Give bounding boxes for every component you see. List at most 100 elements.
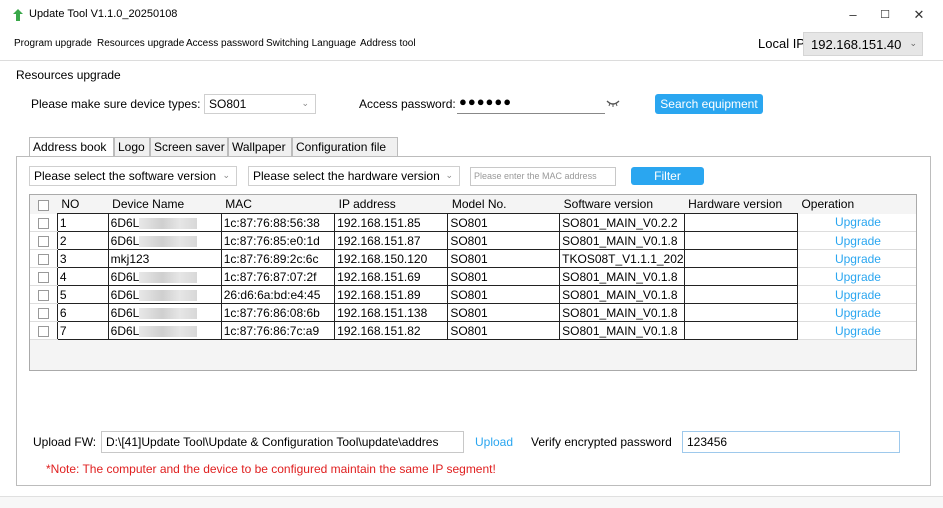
device-type-value: SO801 bbox=[209, 97, 247, 111]
menu-resources-upgrade[interactable]: Resources upgrade bbox=[97, 38, 184, 49]
cell-mac: 26:d6:6a:bd:e4:45 bbox=[220, 285, 336, 304]
access-password-value: ●●●●●● bbox=[459, 94, 513, 109]
access-password-input[interactable]: ●●●●●● bbox=[457, 94, 605, 114]
row-upgrade-link[interactable]: Upgrade bbox=[797, 267, 916, 286]
cell-ip-text: 192.168.151.69 bbox=[337, 269, 421, 284]
column-header[interactable]: Operation bbox=[797, 195, 916, 214]
row-upgrade-link[interactable]: Upgrade bbox=[797, 321, 916, 340]
cell-mac: 1c:87:76:87:07:2f bbox=[220, 267, 336, 286]
close-button[interactable]: ✕ bbox=[905, 4, 933, 26]
row-checkbox[interactable] bbox=[30, 321, 58, 340]
table-row[interactable]: 7 6D6L 1c:87:76:86:7c:a9 192.168.151.82 SO80… bbox=[30, 321, 916, 340]
cell-name: 6D6L bbox=[107, 321, 222, 340]
cell-ip-text: 192.168.151.87 bbox=[337, 233, 421, 248]
search-equipment-button[interactable]: Search equipment bbox=[655, 94, 763, 114]
table-row[interactable]: 5 6D6L 26:d6:6a:bd:e4:45 192.168.151.89 SO80… bbox=[30, 285, 916, 304]
row-upgrade-link[interactable]: Upgrade bbox=[797, 303, 916, 322]
row-checkbox[interactable] bbox=[30, 303, 58, 322]
local-ip-select[interactable]: 192.168.151.40 ⌄ bbox=[803, 32, 923, 56]
cell-hw bbox=[683, 303, 798, 322]
eye-icon[interactable] bbox=[606, 98, 620, 108]
cell-sw-text: SO801_MAIN_V0.1.8 bbox=[562, 287, 678, 302]
redacted-name-blur bbox=[139, 307, 198, 319]
cell-ip-text: 192.168.151.138 bbox=[337, 305, 428, 320]
cell-model: SO801 bbox=[447, 303, 561, 322]
device-table-grid: NO Device Name MAC IP address Model No. … bbox=[30, 195, 916, 340]
tab-address-book[interactable]: Address book bbox=[29, 137, 114, 157]
tab-configuration-file[interactable]: Configuration file bbox=[292, 137, 398, 156]
row-checkbox[interactable] bbox=[30, 249, 58, 268]
menu-switching-language[interactable]: Switching Language bbox=[266, 38, 356, 49]
cell-mac-text: 1c:87:76:87:07:2f bbox=[223, 269, 317, 284]
row-checkbox[interactable] bbox=[30, 213, 58, 232]
redacted-name-blur bbox=[139, 289, 198, 301]
mac-filter-input[interactable]: Please enter the MAC address bbox=[470, 167, 616, 186]
cell-no-text: 3 bbox=[59, 251, 67, 266]
menu-access-password[interactable]: Access password bbox=[186, 38, 264, 49]
upload-button[interactable]: Upload bbox=[475, 435, 513, 449]
column-header[interactable]: NO bbox=[57, 195, 109, 214]
cell-sw: SO801_MAIN_V0.2.2 bbox=[559, 213, 685, 232]
cell-name: 6D6L bbox=[107, 285, 222, 304]
software-version-select[interactable]: Please select the software version ⌄ bbox=[29, 166, 237, 186]
cell-model: SO801 bbox=[447, 267, 561, 286]
cell-no: 4 bbox=[56, 267, 109, 286]
tab-logo[interactable]: Logo bbox=[114, 137, 150, 156]
column-header[interactable]: Device Name bbox=[108, 195, 222, 214]
cell-hw bbox=[683, 285, 798, 304]
cell-mac-text: 1c:87:76:88:56:38 bbox=[223, 215, 320, 230]
menu-program-upgrade[interactable]: Program upgrade bbox=[14, 38, 92, 49]
menu-address-tool[interactable]: Address tool bbox=[360, 38, 416, 49]
hardware-version-select[interactable]: Please select the hardware version ⌄ bbox=[248, 166, 460, 186]
verify-password-input[interactable]: 123456 bbox=[682, 431, 900, 453]
cell-name-text: 6D6L bbox=[110, 215, 140, 230]
cell-hw bbox=[683, 267, 798, 286]
column-header[interactable]: MAC bbox=[221, 195, 335, 214]
column-header[interactable]: Hardware version bbox=[684, 195, 798, 214]
upload-fw-path-input[interactable]: D:\[41]Update Tool\Update & Configuratio… bbox=[101, 431, 464, 453]
filter-button[interactable]: Filter bbox=[631, 167, 704, 185]
table-row[interactable]: 4 6D6L 1c:87:76:87:07:2f 192.168.151.69 SO80… bbox=[30, 267, 916, 286]
column-header[interactable]: Software version bbox=[559, 195, 685, 214]
ip-segment-note: *Note: The computer and the device to be… bbox=[46, 462, 496, 476]
row-checkbox[interactable] bbox=[30, 231, 58, 250]
cell-sw: SO801_MAIN_V0.1.8 bbox=[559, 321, 685, 340]
minimize-button[interactable]: – bbox=[839, 4, 867, 26]
cell-hw bbox=[683, 321, 798, 340]
row-upgrade-link[interactable]: Upgrade bbox=[797, 285, 916, 304]
cell-name: mkj123 bbox=[107, 249, 222, 268]
cell-model-text: SO801 bbox=[450, 305, 488, 320]
table-row[interactable]: 6 6D6L 1c:87:76:86:08:6b 192.168.151.138 SO8… bbox=[30, 303, 916, 322]
cell-hw bbox=[683, 213, 798, 232]
cell-sw-text: SO801_MAIN_V0.1.8 bbox=[562, 269, 678, 284]
cell-ip: 192.168.151.85 bbox=[334, 213, 449, 232]
cell-sw: SO801_MAIN_V0.1.8 bbox=[559, 267, 685, 286]
column-header[interactable]: Model No. bbox=[447, 195, 560, 214]
row-upgrade-link[interactable]: Upgrade bbox=[797, 249, 916, 268]
device-table: NO Device Name MAC IP address Model No. … bbox=[29, 194, 917, 371]
redacted-name-blur bbox=[139, 271, 198, 283]
cell-sw-text: SO801_MAIN_V0.2.2 bbox=[562, 215, 678, 230]
table-row[interactable]: 1 6D6L 1c:87:76:88:56:38 192.168.151.85 SO80… bbox=[30, 213, 916, 232]
chevron-down-icon: ⌄ bbox=[909, 38, 917, 48]
maximize-button[interactable]: ☐ bbox=[871, 4, 899, 26]
row-upgrade-link[interactable]: Upgrade bbox=[797, 213, 916, 232]
cell-ip: 192.168.151.82 bbox=[334, 321, 449, 340]
row-upgrade-link[interactable]: Upgrade bbox=[797, 231, 916, 250]
select-all-checkbox[interactable] bbox=[30, 195, 58, 214]
tab-screen-saver[interactable]: Screen saver bbox=[150, 137, 228, 156]
cell-mac-text: 1c:87:76:86:7c:a9 bbox=[223, 323, 320, 338]
column-header[interactable]: IP address bbox=[334, 195, 448, 214]
hardware-version-value: Please select the hardware version bbox=[253, 169, 440, 183]
row-checkbox[interactable] bbox=[30, 285, 58, 304]
cell-model: SO801 bbox=[447, 321, 561, 340]
table-row[interactable]: 2 6D6L 1c:87:76:85:e0:1d 192.168.151.87 SO80… bbox=[30, 231, 916, 250]
cell-model: SO801 bbox=[447, 213, 561, 232]
cell-sw: SO801_MAIN_V0.1.8 bbox=[559, 231, 685, 250]
device-type-select[interactable]: SO801 ⌄ bbox=[204, 94, 316, 114]
cell-hw bbox=[683, 249, 798, 268]
cell-no: 5 bbox=[56, 285, 109, 304]
table-row[interactable]: 3 mkj123 1c:87:76:89:2c:6c 192.168.150.120 S… bbox=[30, 249, 916, 268]
tab-wallpaper[interactable]: Wallpaper bbox=[228, 137, 292, 156]
row-checkbox[interactable] bbox=[30, 267, 58, 286]
